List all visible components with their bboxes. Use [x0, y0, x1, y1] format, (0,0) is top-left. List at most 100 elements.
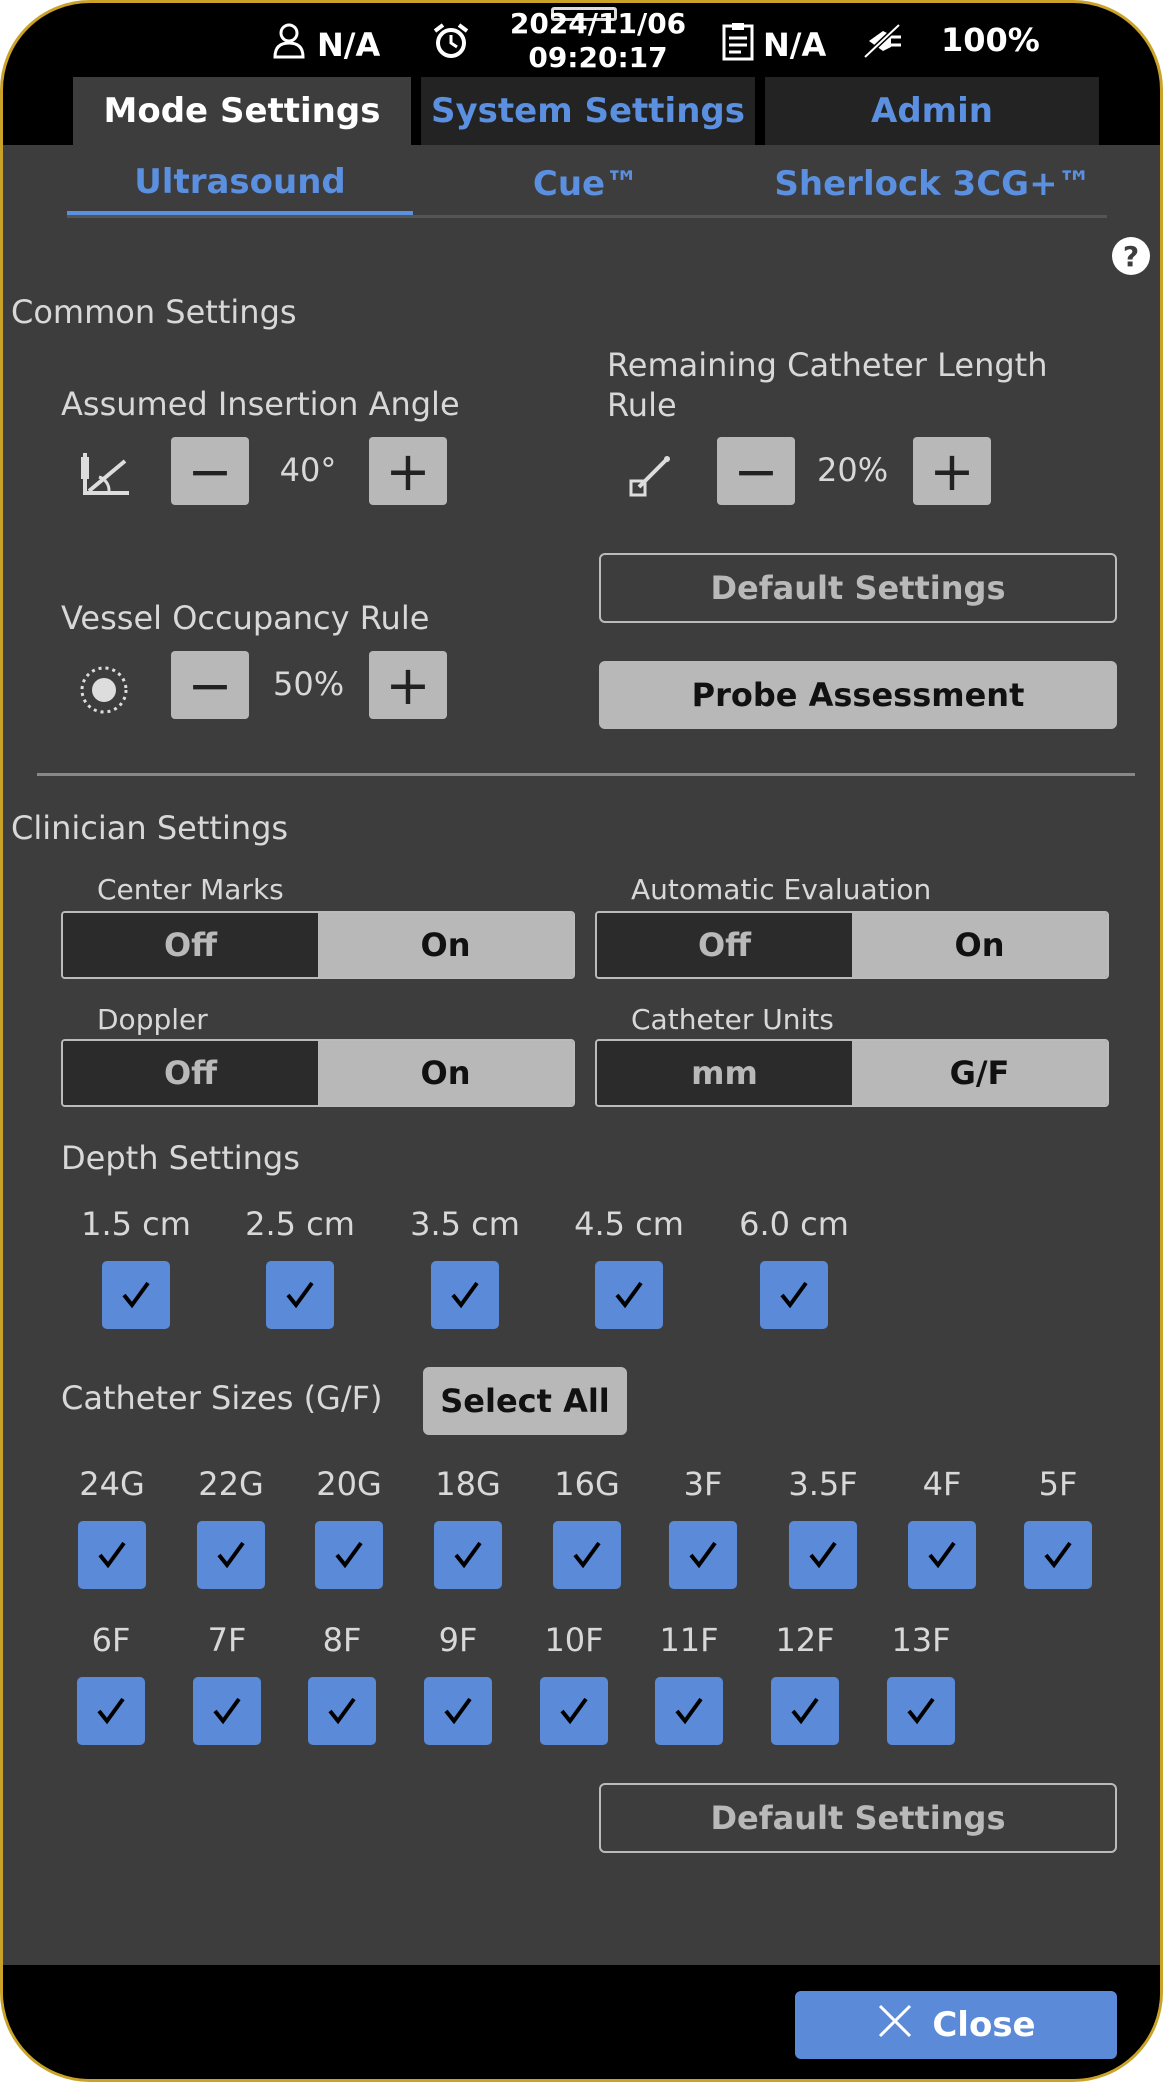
depth-checkbox[interactable] [266, 1261, 334, 1329]
size-label: 22G [198, 1465, 264, 1503]
remaining-length-plus-button[interactable]: + [913, 437, 991, 505]
tab-system-settings[interactable]: System Settings [421, 77, 755, 145]
depth-label: 6.0 cm [739, 1205, 849, 1243]
vessel-occupancy-icon [77, 663, 131, 717]
size-label: 16G [554, 1465, 620, 1503]
section-divider [37, 773, 1135, 776]
user-value: N/A [317, 26, 381, 64]
size-label: 13F [891, 1621, 951, 1659]
automatic-evaluation-toggle: Off On [595, 911, 1109, 979]
insertion-angle-label: Assumed Insertion Angle [61, 385, 460, 423]
vessel-occupancy-plus-button[interactable]: + [369, 651, 447, 719]
date-text: 2024/11/06 [509, 7, 687, 40]
size-checkbox[interactable] [434, 1521, 502, 1589]
vessel-occupancy-minus-button[interactable]: − [171, 651, 249, 719]
doppler-label: Doppler [97, 1003, 208, 1036]
size-checkbox[interactable] [540, 1677, 608, 1745]
size-label: 9F [438, 1621, 478, 1659]
catheter-sizes-title: Catheter Sizes (G/F) [61, 1379, 383, 1417]
size-label: 3.5F [788, 1465, 858, 1503]
size-checkbox[interactable] [193, 1677, 261, 1745]
automatic-evaluation-on-option[interactable]: On [852, 913, 1107, 977]
depth-checkbox[interactable] [595, 1261, 663, 1329]
remaining-length-label: Remaining Catheter Length Rule [607, 346, 1048, 424]
power-status [861, 21, 903, 69]
clipboard-icon [721, 21, 755, 69]
doppler-toggle: Off On [61, 1039, 575, 1107]
probe-assessment-button[interactable]: Probe Assessment [599, 661, 1117, 729]
center-marks-off-option[interactable]: Off [63, 913, 318, 977]
close-icon [876, 2002, 914, 2049]
user-status: N/A [269, 21, 380, 69]
time-text: 09:20:17 [528, 41, 668, 74]
center-marks-toggle: Off On [61, 911, 575, 979]
date-time: 2024/11/06 09:20:17 [488, 7, 708, 75]
doppler-on-option[interactable]: On [318, 1041, 573, 1105]
close-label: Close [932, 2005, 1036, 2045]
doppler-off-option[interactable]: Off [63, 1041, 318, 1105]
size-checkbox[interactable] [78, 1521, 146, 1589]
insertion-angle-plus-button[interactable]: + [369, 437, 447, 505]
insertion-angle-minus-button[interactable]: − [171, 437, 249, 505]
size-checkbox[interactable] [655, 1677, 723, 1745]
catheter-units-toggle: mm G/F [595, 1039, 1109, 1107]
center-marks-on-option[interactable]: On [318, 913, 573, 977]
size-label: 24G [79, 1465, 145, 1503]
size-checkbox[interactable] [197, 1521, 265, 1589]
tab-mode-settings[interactable]: Mode Settings [73, 77, 411, 145]
remaining-length-minus-button[interactable]: − [717, 437, 795, 505]
alarm-status [431, 21, 471, 69]
size-label: 12F [775, 1621, 835, 1659]
subtab-cue[interactable]: Cue™ [413, 153, 759, 215]
depth-checkbox[interactable] [760, 1261, 828, 1329]
depth-checkbox[interactable] [431, 1261, 499, 1329]
vessel-occupancy-label: Vessel Occupancy Rule [61, 599, 430, 637]
subtab-sherlock[interactable]: Sherlock 3CG+™ [759, 153, 1107, 215]
remaining-length-value: 20% [817, 451, 889, 489]
select-all-button[interactable]: Select All [423, 1367, 627, 1435]
catheter-length-icon [623, 451, 677, 505]
main-tabs: Mode Settings System Settings Admin [73, 77, 1099, 145]
catheter-units-mm-option[interactable]: mm [597, 1041, 852, 1105]
device-frame: N/A 2024/11/06 09:20:17 N/A 100% Mode Se… [0, 0, 1163, 2082]
depth-label: 2.5 cm [245, 1205, 355, 1243]
insertion-angle-icon [79, 447, 133, 501]
size-checkbox[interactable] [77, 1677, 145, 1745]
size-checkbox[interactable] [553, 1521, 621, 1589]
size-label: 5F [1038, 1465, 1078, 1503]
clinician-settings-title: Clinician Settings [11, 809, 289, 847]
size-checkbox[interactable] [1024, 1521, 1092, 1589]
catheter-units-label: Catheter Units [631, 1003, 834, 1036]
size-checkbox[interactable] [669, 1521, 737, 1589]
depth-label: 1.5 cm [81, 1205, 191, 1243]
catheter-units-gf-option[interactable]: G/F [852, 1041, 1107, 1105]
settings-panel: Ultrasound Cue™ Sherlock 3CG+™ ? Common … [3, 145, 1160, 1965]
size-checkbox[interactable] [315, 1521, 383, 1589]
unplugged-icon [861, 21, 903, 69]
vessel-occupancy-value: 50% [273, 665, 345, 703]
patient-status: N/A [721, 21, 826, 69]
common-default-settings-button[interactable]: Default Settings [599, 553, 1117, 623]
close-button[interactable]: Close [795, 1991, 1117, 2059]
size-checkbox[interactable] [887, 1677, 955, 1745]
user-icon [269, 21, 309, 69]
size-label: 8F [322, 1621, 362, 1659]
size-checkbox[interactable] [908, 1521, 976, 1589]
size-label: 3F [683, 1465, 723, 1503]
size-checkbox[interactable] [789, 1521, 857, 1589]
clinician-default-settings-button[interactable]: Default Settings [599, 1783, 1117, 1853]
tab-admin[interactable]: Admin [765, 77, 1099, 145]
patient-value: N/A [763, 26, 827, 64]
subtab-ultrasound[interactable]: Ultrasound [67, 153, 413, 215]
size-checkbox[interactable] [308, 1677, 376, 1745]
depth-checkbox[interactable] [102, 1261, 170, 1329]
automatic-evaluation-off-option[interactable]: Off [597, 913, 852, 977]
help-icon[interactable]: ? [1112, 237, 1150, 275]
size-label: 11F [659, 1621, 719, 1659]
size-label: 18G [435, 1465, 501, 1503]
battery-value: 100% [941, 21, 1040, 59]
size-checkbox[interactable] [424, 1677, 492, 1745]
depth-label: 3.5 cm [410, 1205, 520, 1243]
size-checkbox[interactable] [771, 1677, 839, 1745]
depth-label: 4.5 cm [574, 1205, 684, 1243]
